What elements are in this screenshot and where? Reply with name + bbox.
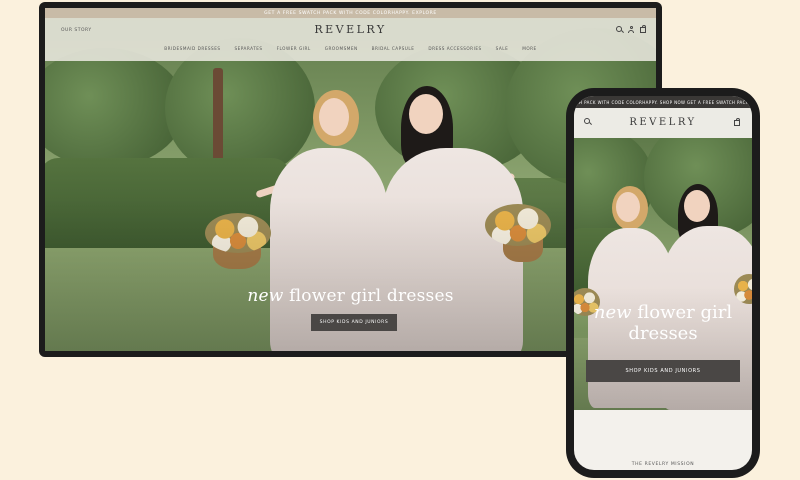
- mobile-shop-kids-button[interactable]: SHOP KIDS AND JUNIORS: [586, 360, 740, 382]
- bag-icon[interactable]: [734, 118, 740, 126]
- desktop-screen: GET A FREE SWATCH PACK WITH CODE COLORHA…: [45, 8, 656, 351]
- site-header: OUR STORY REVELRY BRIDESMAID DRESSES SEP…: [45, 18, 656, 61]
- headline-italic: new: [247, 286, 284, 306]
- nav-item-bridal-capsule[interactable]: BRIDAL CAPSULE: [372, 46, 415, 51]
- mobile-hero: new flower girl dresses SHOP KIDS AND JU…: [574, 138, 752, 410]
- nav-item-more[interactable]: MORE: [522, 46, 536, 51]
- shop-kids-button[interactable]: SHOP KIDS AND JUNIORS: [311, 314, 397, 331]
- nav-item-bridesmaid-dresses[interactable]: BRIDESMAID DRESSES: [164, 46, 220, 51]
- mobile-header: REVELRY: [574, 108, 752, 138]
- mobile-screen: SWATCH PACK WITH CODE COLORHAPPY. SHOP N…: [574, 96, 752, 470]
- announcement-bar[interactable]: GET A FREE SWATCH PACK WITH CODE COLORHA…: [45, 8, 656, 18]
- mobile-mockup: SWATCH PACK WITH CODE COLORHAPPY. SHOP N…: [566, 88, 760, 478]
- nav-item-sale[interactable]: SALE: [496, 46, 509, 51]
- headline-text: flower girl dresses: [283, 286, 454, 306]
- header-icons: [616, 25, 646, 33]
- account-icon[interactable]: [628, 26, 634, 33]
- nav-item-flower-girl[interactable]: FLOWER GIRL: [277, 46, 311, 51]
- main-nav: BRIDESMAID DRESSES SEPARATES FLOWER GIRL…: [45, 46, 656, 51]
- mobile-logo[interactable]: REVELRY: [574, 117, 752, 128]
- nav-item-separates[interactable]: SEPARATES: [235, 46, 263, 51]
- mobile-headline-italic: new: [593, 302, 632, 323]
- mobile-headline-line1: flower girl: [631, 302, 733, 323]
- bag-icon[interactable]: [640, 25, 646, 33]
- nav-item-groomsmen[interactable]: GROOMSMEN: [325, 46, 358, 51]
- mobile-hero-headline: new flower girl dresses: [574, 302, 752, 344]
- search-icon[interactable]: [616, 26, 622, 32]
- revelry-mission-heading: THE REVELRY MISSION: [631, 462, 695, 467]
- site-logo[interactable]: REVELRY: [45, 23, 656, 36]
- mobile-announcement-bar[interactable]: SWATCH PACK WITH CODE COLORHAPPY. SHOP N…: [574, 96, 752, 108]
- hero-headline: new flower girl dresses: [45, 286, 656, 306]
- mobile-headline-line2: dresses: [628, 323, 698, 344]
- nav-item-dress-accessories[interactable]: DRESS ACCESSORIES: [428, 46, 481, 51]
